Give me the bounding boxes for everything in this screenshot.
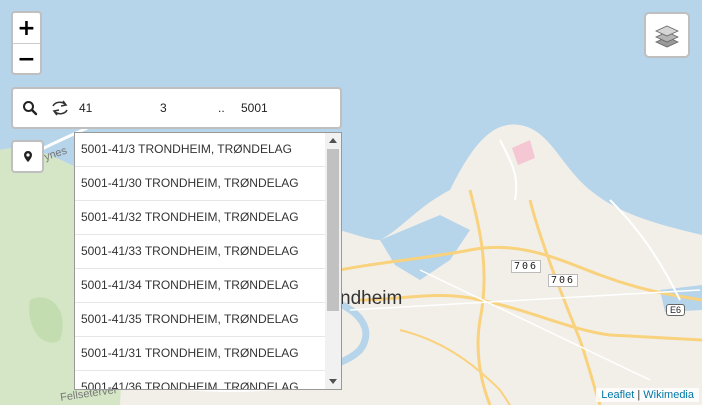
city-label: ndheim (340, 288, 403, 309)
search-bar: 41 3 .. 5001 (11, 87, 342, 129)
attribution-separator: | (634, 389, 644, 401)
e6-road-shield: E6 (666, 304, 686, 316)
result-item[interactable]: 5001-41/35 TRONDHEIM, TRØNDELAG (75, 303, 341, 337)
result-item[interactable]: 5001-41/32 TRONDHEIM, TRØNDELAG (75, 201, 341, 235)
result-item[interactable]: 5001-41/34 TRONDHEIM, TRØNDELAG (75, 269, 341, 303)
municipality-field[interactable]: 5001 (241, 101, 268, 115)
leaflet-link[interactable]: Leaflet (601, 389, 634, 401)
wikimedia-link[interactable]: Wikimedia (643, 389, 694, 401)
result-item[interactable]: 5001-41/3 TRONDHEIM, TRØNDELAG (75, 133, 341, 167)
fnr-field[interactable]: .. (218, 101, 225, 115)
search-icon[interactable] (22, 100, 38, 116)
result-item[interactable]: 5001-41/31 TRONDHEIM, TRØNDELAG (75, 337, 341, 371)
locate-button[interactable] (11, 140, 44, 173)
zoom-control: + − (11, 11, 42, 75)
search-results-list: 5001-41/3 TRONDHEIM, TRØNDELAG 5001-41/3… (74, 132, 342, 390)
scroll-down-arrow-icon[interactable] (329, 379, 337, 384)
result-item[interactable]: 5001-41/33 TRONDHEIM, TRØNDELAG (75, 235, 341, 269)
bnr-field[interactable]: 3 (160, 101, 167, 115)
map-attribution: Leaflet | Wikimedia (596, 388, 699, 402)
scroll-up-arrow-icon[interactable] (329, 138, 337, 143)
road-number-706-a: 706 (511, 260, 542, 273)
result-item[interactable]: 5001-41/30 TRONDHEIM, TRØNDELAG (75, 167, 341, 201)
switch-search-mode-icon[interactable] (50, 99, 70, 117)
scrollbar-thumb[interactable] (327, 149, 339, 311)
map-view[interactable]: ndheim 706 706 E6 ynes Fellsetervei + − … (0, 0, 702, 405)
road-number-706-b: 706 (548, 274, 579, 287)
gnr-field[interactable]: 41 (79, 101, 92, 115)
layers-icon (655, 25, 679, 48)
zoom-in-button[interactable]: + (13, 13, 40, 43)
location-pin-icon (23, 150, 32, 162)
zoom-out-button[interactable]: − (13, 43, 40, 74)
result-item[interactable]: 5001-41/36 TRONDHEIM, TRØNDELAG (75, 371, 341, 389)
layers-button[interactable] (644, 12, 690, 58)
results-scrollbar[interactable] (325, 133, 341, 389)
